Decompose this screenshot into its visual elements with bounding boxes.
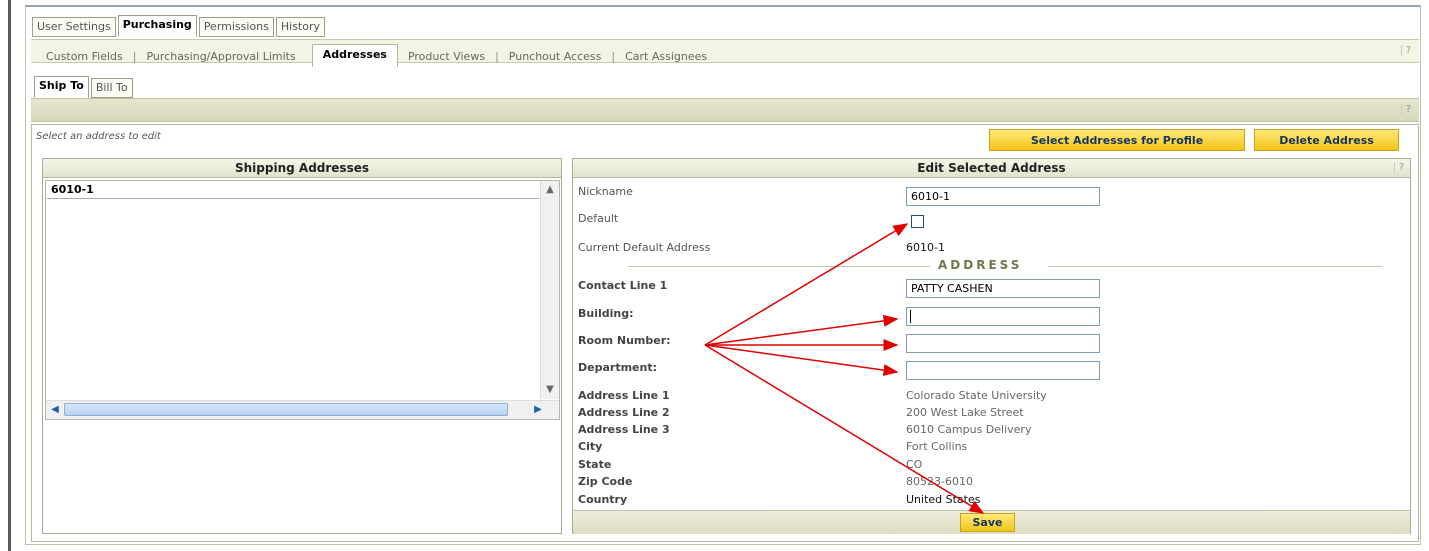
tab-permissions[interactable]: Permissions (198, 17, 274, 37)
shipping-address-list[interactable]: 6010-1 ▲ ▼ ◀ ▶ (45, 180, 560, 420)
panel-title: Shipping Addresses (43, 159, 561, 178)
toolbar-strip: ? (31, 98, 1419, 122)
state-value: CO (906, 458, 923, 471)
tab-user-settings[interactable]: User Settings (32, 17, 116, 37)
main-tabs: User Settings Purchasing Permissions His… (32, 15, 326, 37)
address-line-1-value: Colorado State University (906, 389, 1047, 402)
current-default-label: Current Default Address (578, 241, 711, 254)
room-number-field[interactable] (906, 334, 1100, 353)
tab-bill-to[interactable]: Bill To (90, 78, 133, 98)
nickname-field[interactable] (906, 187, 1100, 206)
save-button[interactable]: Save (960, 513, 1015, 532)
zip-code-label: Zip Code (578, 475, 633, 488)
contact-line-label: Contact Line 1 (578, 279, 668, 292)
scroll-up-icon[interactable]: ▲ (542, 182, 558, 198)
tab-ship-to[interactable]: Ship To (34, 76, 89, 98)
building-label: Building: (578, 307, 634, 320)
nickname-label: Nickname (578, 185, 633, 198)
department-field[interactable] (906, 361, 1100, 380)
address-line-3-value: 6010 Campus Delivery (906, 423, 1032, 436)
panel-title: Edit Selected Address (573, 159, 1410, 178)
subnav-addresses[interactable]: Addresses (311, 44, 398, 67)
room-number-label: Room Number: (578, 334, 671, 347)
country-label: Country (578, 493, 628, 506)
subnav-cart-assignees[interactable]: Cart Assignees (625, 50, 707, 63)
subnav-purchasing-limits[interactable]: Purchasing/Approval Limits (146, 50, 295, 63)
city-value: Fort Collins (906, 440, 968, 453)
divider (1048, 266, 1382, 267)
address-line-2-label: Address Line 2 (578, 406, 670, 419)
help-icon[interactable]: ? (1400, 45, 1411, 56)
scroll-right-icon[interactable]: ▶ (530, 402, 546, 418)
current-default-value: 6010-1 (906, 241, 945, 254)
zip-code-value: 80523-6010 (906, 475, 973, 488)
horizontal-scrollbar[interactable]: ◀ ▶ (46, 400, 559, 419)
subnav-custom-fields[interactable]: Custom Fields (46, 50, 123, 63)
default-label: Default (578, 212, 619, 225)
building-field[interactable] (906, 307, 1100, 326)
scroll-left-icon[interactable]: ◀ (47, 402, 63, 418)
scroll-down-icon[interactable]: ▼ (542, 382, 558, 398)
country-value: United States (906, 493, 981, 506)
tab-history[interactable]: History (275, 17, 326, 37)
address-type-tabs: Ship To Bill To (34, 76, 133, 98)
text-cursor (910, 310, 911, 323)
select-addresses-for-profile-button[interactable]: Select Addresses for Profile (989, 129, 1245, 151)
left-border (8, 0, 11, 551)
divider (628, 266, 930, 267)
state-label: State (578, 458, 612, 471)
subnav-separator: | (611, 49, 616, 63)
sub-navigation: Custom Fields | Purchasing/Approval Limi… (31, 39, 1419, 67)
address-section-title: ADDRESS (938, 258, 1023, 272)
department-label: Department: (578, 361, 657, 374)
help-icon[interactable]: ? (1393, 162, 1404, 173)
scroll-thumb[interactable] (64, 403, 508, 416)
shipping-addresses-panel: Shipping Addresses 6010-1 ▲ ▼ ◀ ▶ (42, 158, 562, 534)
city-label: City (578, 440, 603, 453)
vertical-scrollbar[interactable]: ▲ ▼ (540, 181, 559, 399)
tab-purchasing[interactable]: Purchasing (117, 15, 197, 37)
list-item[interactable]: 6010-1 (47, 181, 539, 199)
address-line-1-label: Address Line 1 (578, 389, 670, 402)
subnav-separator: | (132, 49, 137, 63)
address-line-2-value: 200 West Lake Street (906, 406, 1024, 419)
help-icon[interactable]: ? (1400, 104, 1411, 115)
subnav-punchout-access[interactable]: Punchout Access (509, 50, 602, 63)
instruction-text: Select an address to edit (36, 131, 161, 142)
delete-address-button[interactable]: Delete Address (1254, 129, 1399, 151)
contact-line-field[interactable] (906, 279, 1100, 298)
subnav-separator: | (495, 49, 499, 63)
subnav-product-views[interactable]: Product Views (408, 50, 485, 63)
default-checkbox[interactable] (911, 215, 924, 228)
address-line-3-label: Address Line 3 (578, 423, 670, 436)
